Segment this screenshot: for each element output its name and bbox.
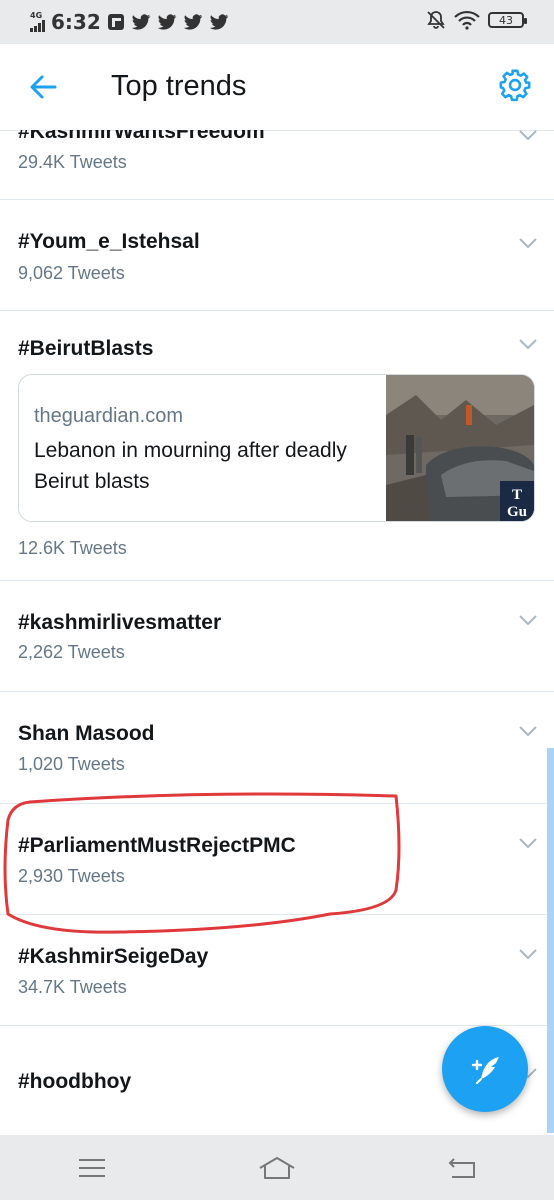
chevron-down-icon[interactable]: [518, 337, 538, 351]
trend-name: #BeirutBlasts: [18, 337, 154, 360]
trend-name: #KashmirWantsFreedom: [18, 130, 265, 143]
card-source: theguardian.com: [34, 405, 183, 427]
network-indicator: 4G: [30, 12, 45, 32]
chevron-down-icon[interactable]: [518, 724, 538, 738]
chevron-down-icon[interactable]: [518, 613, 538, 627]
trend-name: #hoodbhoy: [18, 1070, 132, 1093]
card-title: Lebanon in mourning after deadly Beirut …: [34, 439, 347, 493]
trend-name: Shan Masood: [18, 722, 155, 745]
clock: 6:32: [51, 10, 101, 34]
twitter-icon: [209, 13, 228, 30]
twitter-icon: [131, 13, 150, 30]
back-icon: [448, 1157, 475, 1178]
chevron-down-icon[interactable]: [518, 130, 538, 142]
battery-icon: 43: [488, 12, 527, 28]
signal-icon: [30, 20, 45, 32]
trend-item[interactable]: Shan Masood 1,020 Tweets: [0, 692, 554, 804]
battery-level: 43: [499, 13, 513, 27]
scrollbar[interactable]: [547, 748, 554, 1133]
menu-button[interactable]: [72, 1153, 112, 1183]
trend-item[interactable]: #KashmirSeigeDay 34.7K Tweets: [0, 915, 554, 1026]
gear-icon[interactable]: [498, 68, 532, 102]
mute-bell-icon: [427, 11, 445, 29]
twitter-icon: [157, 13, 176, 30]
network-type: 4G: [30, 11, 43, 20]
trend-count: 34.7K Tweets: [18, 977, 127, 997]
compose-tweet-button[interactable]: [442, 1026, 528, 1112]
trend-count: 29.4K Tweets: [18, 152, 127, 172]
svg-text:T: T: [512, 487, 522, 503]
trend-name: #ParliamentMustRejectPMC: [18, 834, 296, 857]
link-preview-card[interactable]: theguardian.com Lebanon in mourning afte…: [18, 374, 535, 522]
svg-text:Gu: Gu: [507, 504, 527, 520]
chevron-down-icon[interactable]: [518, 836, 538, 850]
app-header: Top trends: [0, 44, 554, 131]
chevron-down-icon[interactable]: [518, 947, 538, 961]
trend-item[interactable]: #ParliamentMustRejectPMC 2,930 Tweets: [0, 804, 554, 915]
arrow-left-icon[interactable]: [28, 72, 58, 102]
system-nav-bar: [0, 1135, 554, 1200]
trend-name: #KashmirSeigeDay: [18, 945, 209, 968]
page-title: Top trends: [111, 70, 247, 102]
home-button[interactable]: [257, 1153, 297, 1183]
menu-icon: [79, 1158, 106, 1177]
trend-name: #kashmirlivesmatter: [18, 611, 222, 634]
chevron-down-icon[interactable]: [518, 236, 538, 250]
back-button[interactable]: [442, 1153, 482, 1183]
flipboard-icon: [107, 14, 124, 30]
trend-count: 12.6K Tweets: [18, 538, 127, 558]
trend-name: #Youm_e_Istehsal: [18, 230, 200, 253]
twitter-icon: [183, 13, 202, 30]
trend-item[interactable]: #kashmirlivesmatter 2,262 Tweets: [0, 581, 554, 692]
trend-item[interactable]: #Youm_e_Istehsal 9,062 Tweets: [0, 200, 554, 311]
trend-count: 1,020 Tweets: [18, 754, 125, 774]
trend-count: 2,262 Tweets: [18, 642, 125, 662]
trend-item[interactable]: #BeirutBlasts theguardian.com Lebanon in…: [0, 311, 554, 581]
trend-count: 2,930 Tweets: [18, 866, 125, 886]
wifi-icon: [454, 10, 480, 30]
home-icon: [259, 1156, 295, 1179]
compose-tweet-icon: [471, 1057, 499, 1084]
guardian-logo: T Gu: [500, 481, 534, 521]
status-bar: 4G 6:32 43: [0, 0, 554, 44]
trend-item[interactable]: #KashmirWantsFreedom 29.4K Tweets: [0, 130, 554, 200]
trend-count: 9,062 Tweets: [18, 263, 125, 283]
trends-list: #KashmirWantsFreedom 29.4K Tweets #Youm_…: [0, 130, 554, 1135]
